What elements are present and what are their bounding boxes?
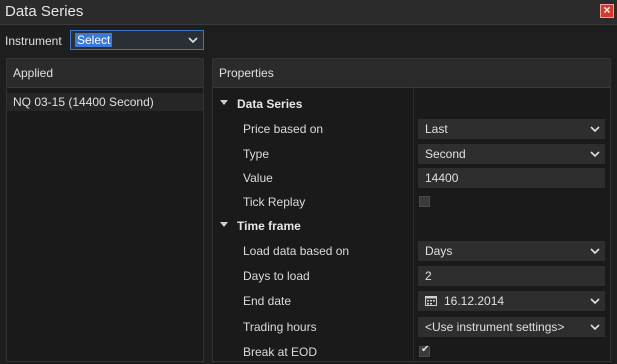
field-value: Second [425, 147, 466, 161]
instrument-row: Instrument Select [0, 29, 617, 51]
price-based-on-dropdown[interactable]: Last [418, 119, 605, 139]
load-data-based-on-dropdown[interactable]: Days [418, 241, 605, 261]
chevron-down-icon [589, 294, 601, 311]
field-value: Days [425, 244, 453, 258]
field-value: <Use instrument settings> [425, 320, 565, 334]
prop-label: Days to load [243, 269, 310, 283]
chevron-down-icon [589, 122, 601, 139]
prop-label: Trading hours [243, 320, 317, 334]
chevron-down-icon [589, 147, 601, 164]
prop-row-price-based-on: Price based on Last [213, 117, 610, 141]
field-value: 2 [425, 269, 432, 283]
break-at-eod-checkbox[interactable]: ✔ [419, 344, 430, 357]
tick-replay-checkbox[interactable] [419, 196, 430, 207]
prop-label: Break at EOD [243, 345, 318, 359]
field-value: 16.12.2014 [444, 294, 505, 308]
chevron-down-icon [589, 244, 601, 261]
prop-row-load-data-based-on: Load data based on Days [213, 239, 610, 263]
applied-item-label: NQ 03-15 (14400 Second) [13, 95, 154, 109]
section-title: Data Series [237, 97, 303, 111]
section-time-frame[interactable]: Time frame [213, 215, 610, 237]
chevron-down-icon [589, 320, 601, 337]
applied-list-item[interactable]: NQ 03-15 (14400 Second) [7, 93, 203, 111]
properties-header: Properties [213, 59, 610, 88]
instrument-select-value: Select [75, 33, 113, 47]
prop-row-trading-hours: Trading hours <Use instrument settings> [213, 315, 610, 339]
prop-label: End date [243, 294, 292, 308]
end-date-picker[interactable]: 16.12.2014 [418, 291, 605, 311]
prop-label: Type [243, 147, 270, 161]
window-title: Data Series [5, 3, 84, 20]
prop-row-tick-replay: Tick Replay [213, 190, 610, 214]
prop-label: Load data based on [243, 244, 350, 258]
title-bar: Data Series × [0, 0, 617, 25]
value-input[interactable]: 14400 [418, 168, 605, 188]
type-dropdown[interactable]: Second [418, 144, 605, 164]
prop-label: Tick Replay [243, 195, 306, 209]
prop-label: Value [243, 171, 273, 185]
triangle-down-icon [220, 222, 228, 227]
prop-label: Price based on [243, 122, 324, 136]
prop-row-end-date: End date 16.12.2014 [213, 289, 610, 313]
checkmark-icon: ✔ [421, 344, 430, 355]
applied-header-label: Applied [13, 66, 54, 80]
properties-panel: Properties Data Series Price based on La… [212, 58, 611, 362]
close-button[interactable]: × [600, 4, 614, 18]
properties-header-label: Properties [219, 66, 274, 80]
close-icon: × [603, 3, 611, 17]
trading-hours-dropdown[interactable]: <Use instrument settings> [418, 317, 605, 337]
triangle-down-icon [220, 100, 228, 105]
applied-panel: Applied NQ 03-15 (14400 Second) [6, 58, 204, 362]
prop-row-type: Type Second [213, 142, 610, 166]
prop-row-days-to-load: Days to load 2 [213, 264, 610, 288]
instrument-label: Instrument [5, 34, 62, 48]
calendar-icon [425, 295, 437, 309]
days-to-load-input[interactable]: 2 [418, 266, 605, 286]
instrument-select[interactable]: Select [70, 30, 204, 50]
field-value: Last [425, 122, 448, 136]
prop-row-value: Value 14400 [213, 166, 610, 190]
field-value: 14400 [425, 171, 459, 185]
chevron-down-icon [188, 33, 198, 50]
section-title: Time frame [237, 219, 301, 233]
applied-header: Applied [7, 59, 203, 88]
section-data-series[interactable]: Data Series [213, 93, 610, 115]
prop-row-break-at-eod: Break at EOD ✔ [213, 340, 610, 364]
